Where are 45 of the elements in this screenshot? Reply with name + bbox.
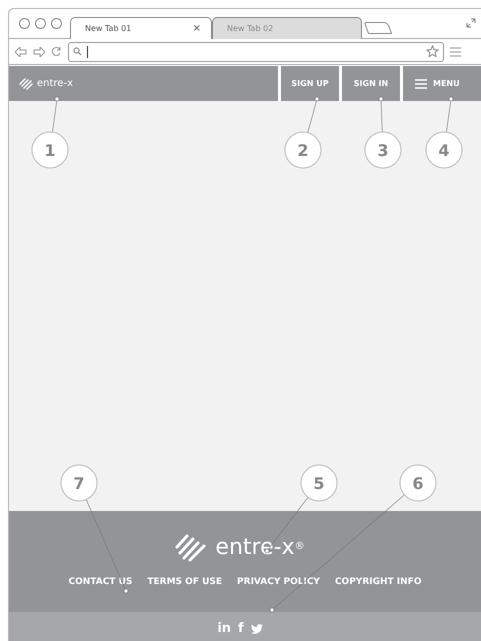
social-link[interactable]: in (217, 618, 232, 638)
callout-circle (284, 132, 322, 168)
callout-circle (426, 132, 462, 168)
address-field[interactable] (68, 42, 444, 62)
brand-name: entre-x (37, 77, 73, 91)
text-cursor (87, 46, 88, 58)
callout-number: 7 (73, 474, 85, 493)
callout-number: 6 (412, 474, 424, 493)
leader-line (52, 96, 60, 132)
reload-icon[interactable] (51, 46, 62, 57)
callout-number: 1 (44, 141, 56, 160)
menu-icon[interactable] (450, 46, 461, 56)
callout-number: 3 (377, 141, 389, 160)
callout-number: 2 (297, 141, 309, 160)
footer-link[interactable]: TERMS OF USE (147, 576, 222, 590)
search-icon (73, 47, 82, 56)
leader-line (378, 96, 384, 132)
back-icon[interactable] (15, 46, 27, 56)
close-icon[interactable]: × (192, 21, 201, 36)
footer-link[interactable]: COPYRIGHT INFO (334, 576, 422, 590)
window-button[interactable] (51, 18, 62, 29)
brand-name: entre-x$^{®}$ (215, 534, 305, 562)
menu-icon (415, 78, 427, 88)
leader-line (307, 96, 320, 133)
browser-tab[interactable]: New Tab 02 (212, 17, 362, 39)
callout-number: 5 (313, 474, 325, 493)
callout-circle (32, 132, 68, 168)
logo-icon (19, 78, 33, 90)
social-link[interactable]: f (238, 618, 244, 638)
new-tab-button[interactable] (364, 22, 392, 34)
callout-circle (364, 132, 402, 168)
footer-link[interactable]: CONTACT US (68, 576, 132, 590)
expand-icon[interactable] (466, 18, 476, 28)
leader-line (446, 96, 454, 132)
callout-number: 4 (438, 141, 450, 160)
forward-icon[interactable] (33, 46, 45, 56)
footer-link[interactable]: PRIVACY POLICY (237, 576, 320, 590)
bird-icon[interactable] (250, 624, 263, 634)
callout-circle (400, 464, 436, 502)
window-button[interactable] (35, 18, 46, 29)
callout-circle (60, 464, 98, 502)
window-button[interactable] (19, 18, 30, 29)
callout-circle (300, 464, 338, 502)
star-icon[interactable] (426, 45, 439, 58)
browser-tab[interactable]: New Tab 01 × (70, 17, 212, 39)
